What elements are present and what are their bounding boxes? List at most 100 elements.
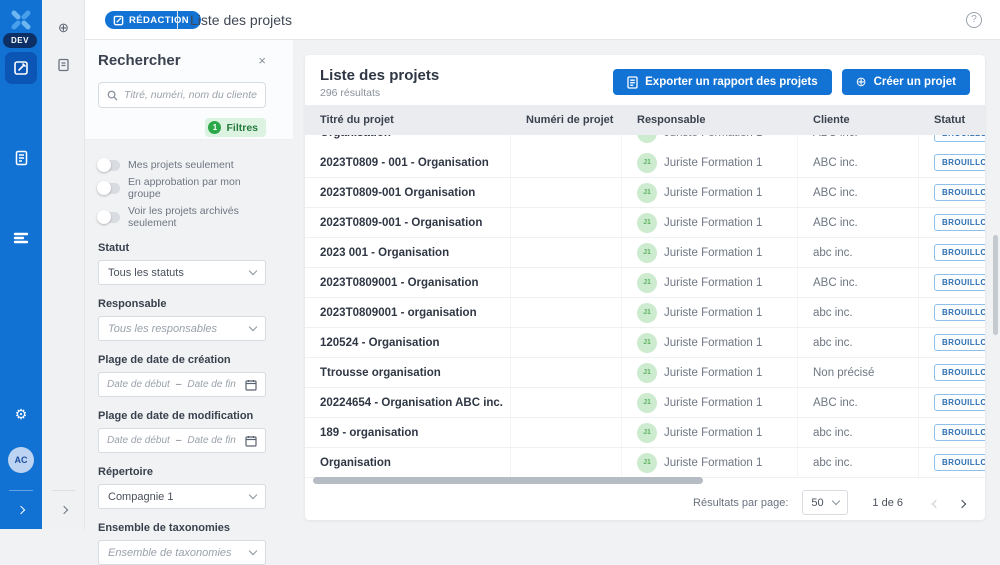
search-panel-title: Rechercher bbox=[98, 52, 181, 69]
table-row[interactable]: 2023T0809-001 Organisation J1 Juriste Fo… bbox=[305, 178, 985, 208]
responsable-avatar: J1 bbox=[637, 273, 657, 293]
list-menu-icon bbox=[13, 232, 29, 244]
table-row[interactable]: 189 - organisation J1 Juriste Formation … bbox=[305, 418, 985, 448]
taxonomies-select[interactable]: Ensemble de taxonomies bbox=[98, 540, 266, 565]
add-circle-icon[interactable]: ⊕ bbox=[42, 20, 85, 36]
top-bar: RÉDACTION Liste des projets ? bbox=[85, 0, 1000, 40]
plus-circle-icon: ⊕ bbox=[856, 74, 867, 90]
vertical-scrollbar[interactable] bbox=[993, 235, 998, 335]
table-row[interactable]: Ttrousse organisation J1 Juriste Formati… bbox=[305, 358, 985, 388]
filters-label: Filtres bbox=[226, 122, 258, 134]
responsable-name: Juriste Formation 1 bbox=[664, 307, 762, 319]
chevron-down-icon bbox=[249, 323, 257, 331]
next-page-chevron[interactable] bbox=[959, 494, 965, 512]
responsable-avatar: J1 bbox=[637, 213, 657, 233]
table-row[interactable]: 2023T0809 - 001 - Organisation J1 Jurist… bbox=[305, 148, 985, 178]
responsable-avatar: J1 bbox=[637, 153, 657, 173]
date-dash: – bbox=[176, 379, 182, 390]
client-name: ABC inc. bbox=[813, 157, 858, 169]
responsable-name: Juriste Formation 1 bbox=[664, 157, 762, 169]
client-name: abc inc. bbox=[813, 427, 853, 439]
project-title: 189 - organisation bbox=[320, 427, 418, 439]
table-row[interactable]: 2023T0809001 - organisation J1 Juriste F… bbox=[305, 298, 985, 328]
client-name: ABC inc. bbox=[813, 187, 858, 199]
statut-select[interactable]: Tous les statuts bbox=[98, 260, 266, 285]
edit-document-icon bbox=[13, 60, 29, 76]
create-project-button[interactable]: ⊕ Créer un projet bbox=[842, 69, 970, 95]
table-row[interactable]: 2023T0809001 - Organisation J1 Juriste F… bbox=[305, 268, 985, 298]
horizontal-scrollbar[interactable] bbox=[313, 477, 703, 484]
responsable-name: Juriste Formation 1 bbox=[664, 397, 762, 409]
responsable-name: Juriste Formation 1 bbox=[664, 187, 762, 199]
chevron-down-icon bbox=[249, 267, 257, 275]
active-filters-badge[interactable]: 1 Filtres bbox=[205, 118, 266, 137]
toggle-my-projects[interactable]: Mes projets seulement bbox=[98, 159, 266, 171]
date-end-placeholder: Date de fin bbox=[187, 435, 235, 446]
column-header: Responsable bbox=[622, 114, 798, 126]
table-row[interactable]: Organisation J1 Juriste Formation 1 abc … bbox=[305, 448, 985, 478]
repertoire-value: Compagnie 1 bbox=[108, 491, 173, 503]
module-badge-redaction[interactable]: RÉDACTION bbox=[105, 11, 201, 29]
repertoire-select[interactable]: Compagnie 1 bbox=[98, 484, 266, 509]
project-title: Ttrousse organisation bbox=[320, 367, 441, 379]
sidebar-divider bbox=[9, 490, 33, 491]
status-badge: BROUILLON bbox=[934, 214, 985, 231]
per-page-select[interactable]: 50 bbox=[802, 490, 848, 515]
date-creation-label: Plage de date de création bbox=[98, 354, 266, 366]
user-avatar[interactable]: AC bbox=[8, 447, 34, 473]
responsable-value: Tous les responsables bbox=[108, 323, 217, 335]
per-page-label: Résultats par page: bbox=[693, 497, 788, 509]
calendar-icon bbox=[245, 379, 257, 391]
column-header: Statut bbox=[919, 114, 985, 126]
sidebar-item-documents[interactable] bbox=[5, 142, 37, 174]
close-icon[interactable]: × bbox=[258, 53, 266, 68]
responsable-select[interactable]: Tous les responsables bbox=[98, 316, 266, 341]
secondary-sidebar: ⊕ bbox=[42, 0, 85, 529]
table-row[interactable]: 20224654 - Organisation ABC inc. J1 Juri… bbox=[305, 388, 985, 418]
settings-gear-icon[interactable]: ⚙ bbox=[0, 406, 42, 423]
responsable-avatar: J1 bbox=[637, 453, 657, 473]
sidebar-item-list[interactable] bbox=[5, 222, 37, 254]
statut-label: Statut bbox=[98, 242, 266, 254]
sidebar-item-redaction[interactable] bbox=[5, 52, 37, 84]
responsable-label: Responsable bbox=[98, 298, 266, 310]
client-name: abc inc. bbox=[813, 307, 853, 319]
date-modification-range[interactable]: Date de début – Date de fin bbox=[98, 428, 266, 453]
project-title: 2023T0809-001 Organisation bbox=[320, 187, 475, 199]
search-input[interactable] bbox=[124, 89, 257, 101]
secondary-expand-chevron[interactable] bbox=[42, 500, 85, 518]
responsable-avatar: J1 bbox=[637, 135, 657, 143]
search-input-wrapper bbox=[98, 82, 266, 108]
repertoire-label: Répertoire bbox=[98, 466, 266, 478]
date-creation-range[interactable]: Date de début – Date de fin bbox=[98, 372, 266, 397]
table-row[interactable]: Organisation J1 Juriste Formation 1 ABC … bbox=[305, 135, 985, 148]
project-title: 2023T0809-001 - Organisation bbox=[320, 217, 482, 229]
table-row[interactable]: 120524 - Organisation J1 Juriste Formati… bbox=[305, 328, 985, 358]
toggle-switch bbox=[98, 160, 120, 171]
taxonomies-label: Ensemble de taxonomies bbox=[98, 522, 266, 534]
responsable-avatar: J1 bbox=[637, 303, 657, 323]
status-badge: BROUILLON bbox=[934, 364, 985, 381]
toggle-archived-only[interactable]: Voir les projets archivés seulement bbox=[98, 205, 266, 229]
taxonomies-value: Ensemble de taxonomies bbox=[108, 547, 232, 559]
status-badge: BROUILLON bbox=[934, 135, 985, 142]
page-info: 1 de 6 bbox=[872, 497, 903, 509]
export-report-button[interactable]: Exporter un rapport des projets bbox=[613, 69, 832, 95]
project-title: 2023T0809001 - Organisation bbox=[320, 277, 479, 289]
date-start-placeholder: Date de début bbox=[107, 379, 170, 390]
export-report-label: Exporter un rapport des projets bbox=[645, 76, 818, 88]
responsable-avatar: J1 bbox=[637, 243, 657, 263]
responsable-avatar: J1 bbox=[637, 333, 657, 353]
project-title: 2023T0809001 - organisation bbox=[320, 307, 477, 319]
responsable-name: Juriste Formation 1 bbox=[664, 277, 762, 289]
help-icon[interactable]: ? bbox=[966, 12, 982, 28]
client-name: abc inc. bbox=[813, 457, 853, 469]
table-row[interactable]: 2023T0809-001 - Organisation J1 Juriste … bbox=[305, 208, 985, 238]
file-icon[interactable] bbox=[42, 58, 85, 72]
table-row[interactable]: 2023 001 - Organisation J1 Juriste Forma… bbox=[305, 238, 985, 268]
statut-value: Tous les statuts bbox=[108, 267, 184, 279]
toggle-group-approval[interactable]: En approbation par mon groupe bbox=[98, 176, 266, 200]
table-header-row: Titré du projet Numéri de projet Respons… bbox=[305, 105, 985, 135]
sidebar-expand-chevron[interactable] bbox=[0, 500, 42, 518]
previous-page-chevron[interactable] bbox=[933, 494, 939, 512]
